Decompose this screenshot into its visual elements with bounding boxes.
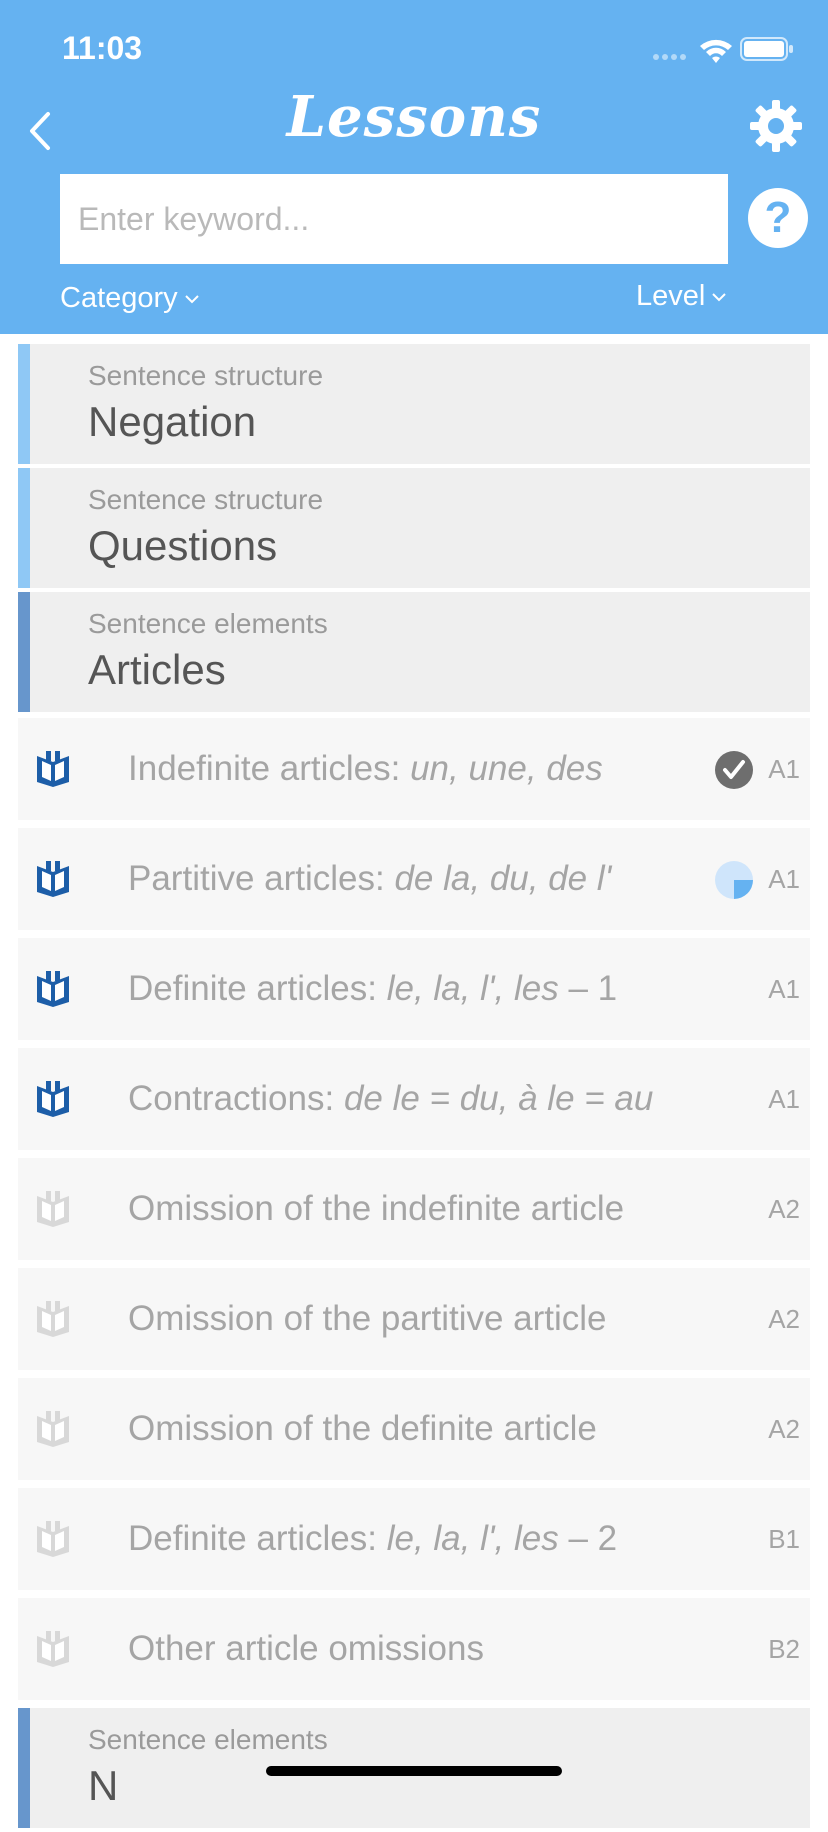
lesson-title: Omission of the partitive article bbox=[128, 1299, 607, 1338]
open-book-icon bbox=[37, 751, 69, 787]
section-name: N bbox=[88, 1762, 119, 1809]
section-name: Negation bbox=[88, 398, 257, 445]
settings-gear-icon[interactable] bbox=[750, 100, 802, 152]
category-filter-label: Category bbox=[60, 282, 178, 314]
section-accent-bar bbox=[18, 1708, 30, 1828]
section-articles[interactable]: Sentence elements Articles bbox=[18, 592, 810, 712]
lesson-title: Omission of the indefinite article bbox=[128, 1189, 625, 1228]
lesson-level: B1 bbox=[768, 1524, 800, 1554]
section-category: Sentence structure bbox=[88, 360, 324, 391]
level-filter-label: Level bbox=[636, 280, 706, 312]
open-book-icon bbox=[37, 1081, 69, 1117]
page-title: Lessons bbox=[286, 84, 542, 150]
section-accent-bar bbox=[18, 344, 30, 464]
lesson-row[interactable]: Indefinite articles: un, une, des A1 bbox=[18, 718, 810, 820]
lesson-level: B2 bbox=[768, 1634, 800, 1664]
level-filter[interactable]: Level bbox=[636, 280, 727, 313]
lesson-title: Definite articles: bbox=[128, 969, 387, 1008]
lesson-title: Omission of the definite article bbox=[128, 1409, 597, 1448]
lesson-row[interactable]: Contractions: de le = du, à le = au A1 bbox=[18, 1048, 810, 1150]
home-indicator bbox=[266, 1766, 562, 1776]
lesson-level: A1 bbox=[768, 754, 800, 784]
chevron-down-icon bbox=[184, 295, 199, 304]
progress-pie-icon bbox=[715, 861, 753, 899]
lesson-example: de la, du, de l' bbox=[394, 859, 612, 898]
lesson-example: un, une, des bbox=[410, 749, 603, 788]
section-category: Sentence elements bbox=[88, 1724, 328, 1755]
section-accent-bar bbox=[18, 592, 30, 712]
open-book-icon bbox=[37, 1191, 69, 1227]
section-accent-bar bbox=[18, 468, 30, 588]
lesson-level: A1 bbox=[768, 974, 800, 1004]
lesson-row[interactable]: Omission of the indefinite article A2 bbox=[18, 1158, 810, 1260]
wifi-icon bbox=[700, 39, 732, 63]
lesson-list: Sentence structure Negation Sentence str… bbox=[0, 344, 828, 1832]
completed-check-icon bbox=[715, 751, 753, 789]
lesson-title: Definite articles: bbox=[128, 1519, 387, 1558]
lesson-title: Partitive articles: bbox=[128, 859, 395, 898]
lesson-title: Other article omissions bbox=[128, 1629, 484, 1668]
section-category: Sentence elements bbox=[88, 608, 328, 639]
lesson-example: de le = du, à le = au bbox=[343, 1079, 654, 1118]
lesson-suffix: – 2 bbox=[558, 1519, 618, 1558]
lesson-row[interactable]: Omission of the definite article A2 bbox=[18, 1378, 810, 1480]
lesson-row[interactable]: Partitive articles: de la, du, de l' A1 bbox=[18, 828, 810, 930]
lesson-level: A1 bbox=[768, 1084, 800, 1114]
lesson-example: le, la, l', les bbox=[386, 1519, 559, 1558]
lesson-suffix: – 1 bbox=[558, 969, 618, 1008]
category-filter[interactable]: Category bbox=[60, 282, 200, 315]
open-book-icon bbox=[37, 1301, 69, 1337]
lesson-level: A2 bbox=[768, 1194, 800, 1224]
open-book-icon bbox=[37, 1411, 69, 1447]
section-category: Sentence structure bbox=[88, 484, 324, 515]
open-book-icon bbox=[37, 1521, 69, 1557]
open-book-icon bbox=[37, 1631, 69, 1667]
help-button[interactable]: ? bbox=[748, 188, 808, 248]
section-name: Articles bbox=[88, 646, 226, 693]
lesson-level: A2 bbox=[768, 1414, 800, 1444]
section-questions[interactable]: Sentence structure Questions bbox=[18, 468, 810, 588]
open-book-icon bbox=[37, 971, 69, 1007]
status-time: 11:03 bbox=[62, 30, 143, 66]
section-negation[interactable]: Sentence structure Negation bbox=[18, 344, 810, 464]
lesson-row[interactable]: Definite articles: le, la, l', les – 2 B… bbox=[18, 1488, 810, 1590]
lesson-row[interactable]: Other article omissions B2 bbox=[18, 1598, 810, 1700]
lesson-title: Contractions: bbox=[128, 1079, 344, 1118]
lesson-title: Indefinite articles: bbox=[128, 749, 411, 788]
cellular-signal-icon bbox=[653, 54, 686, 60]
battery-icon bbox=[740, 37, 793, 61]
chevron-down-icon bbox=[712, 293, 727, 302]
app-header: 11:03 Lessons ? Category bbox=[0, 0, 828, 334]
lesson-level: A1 bbox=[768, 864, 800, 894]
lesson-level: A2 bbox=[768, 1304, 800, 1334]
open-book-icon bbox=[37, 861, 69, 897]
lesson-row[interactable]: Omission of the partitive article A2 bbox=[18, 1268, 810, 1370]
section-name: Questions bbox=[88, 522, 278, 569]
search-input[interactable] bbox=[60, 174, 728, 264]
lesson-example: le, la, l', les bbox=[386, 969, 559, 1008]
lesson-row[interactable]: Definite articles: le, la, l', les – 1 A… bbox=[18, 938, 810, 1040]
